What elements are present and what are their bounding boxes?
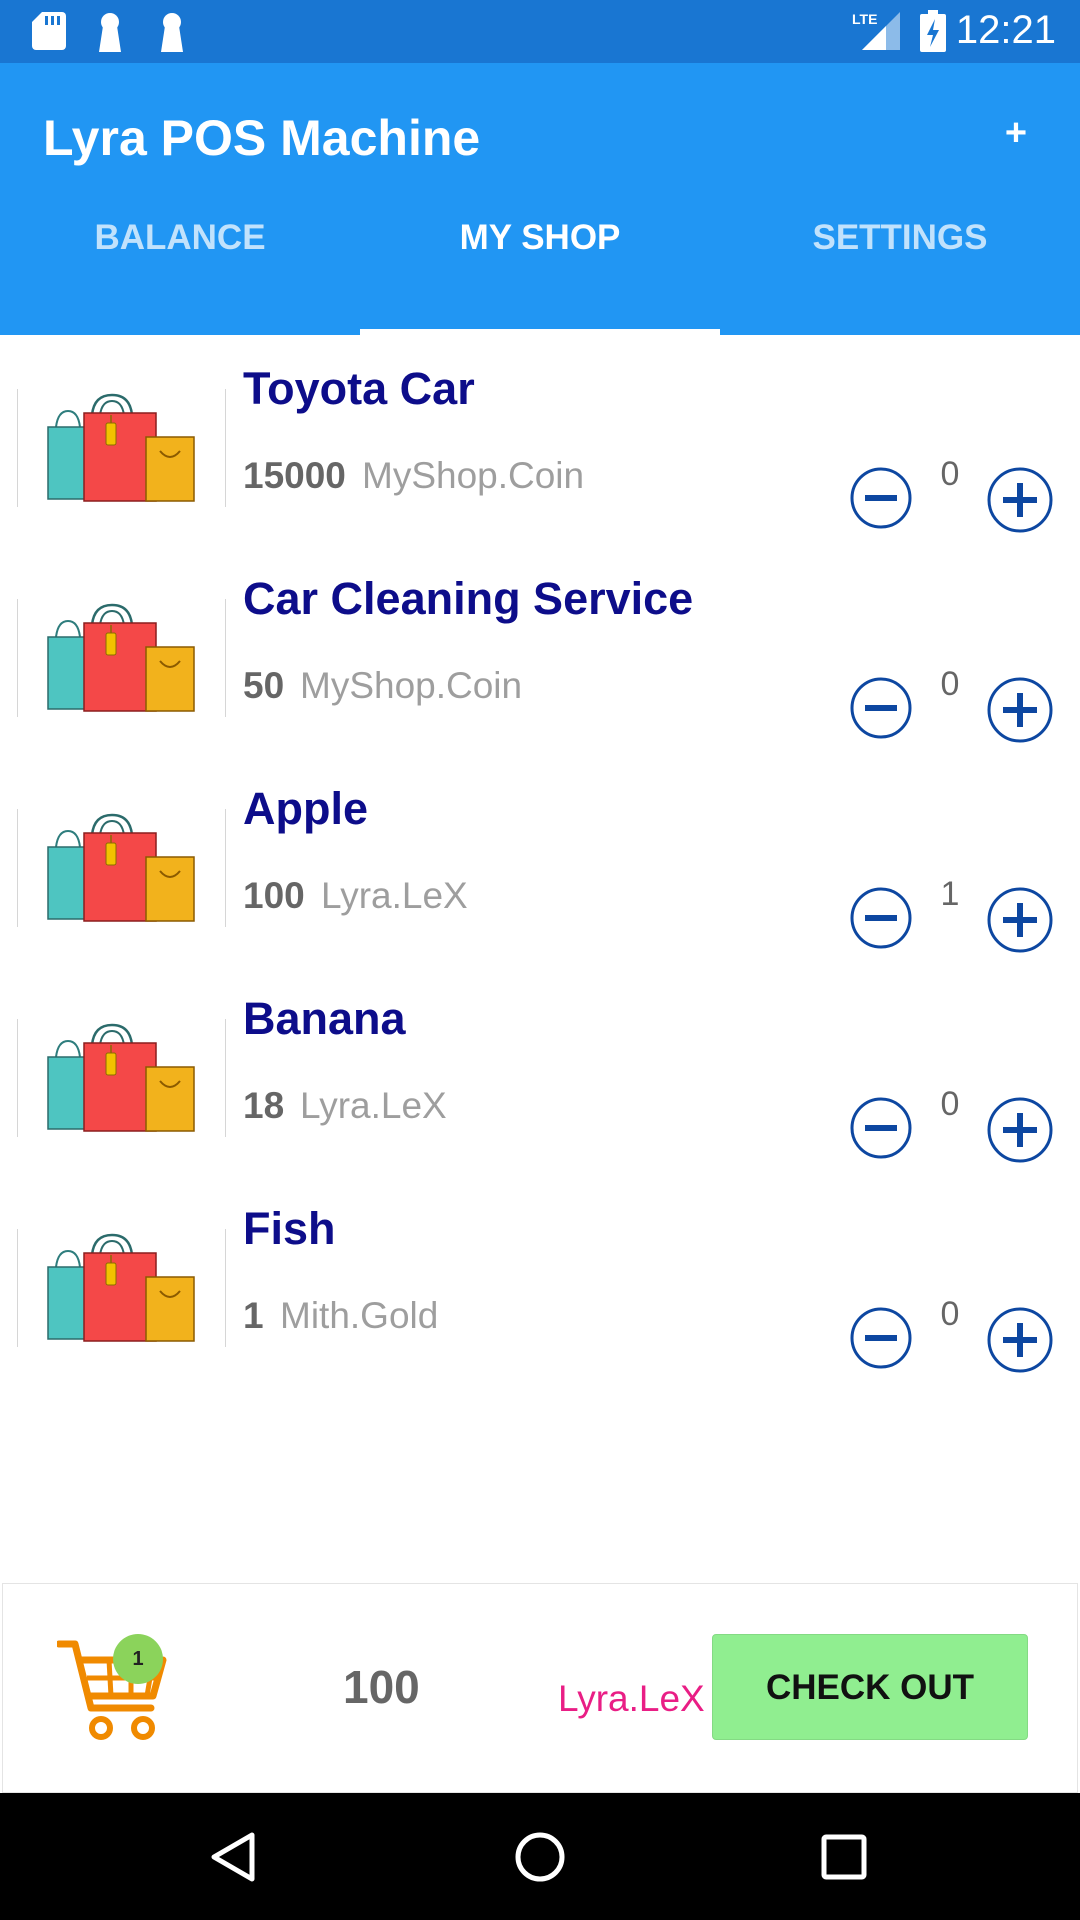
product-name: Car Cleaning Service <box>243 573 694 624</box>
battery-charging-icon <box>920 10 946 52</box>
app-bar: Lyra POS Machine + BALANCE MY SHOP SETTI… <box>0 63 1080 335</box>
decrease-quantity-button[interactable] <box>850 467 912 529</box>
app-title: Lyra POS Machine <box>43 110 481 166</box>
cart-summary-bar: 1 100 Lyra.LeX CHECK OUT <box>2 1583 1078 1793</box>
product-currency: Mith.Gold <box>280 1295 439 1336</box>
product-currency: Lyra.LeX <box>321 875 468 916</box>
row-divider <box>225 389 226 507</box>
shopping-bags-icon <box>47 603 195 712</box>
increase-quantity-button[interactable] <box>987 1307 1053 1373</box>
row-divider <box>17 1019 18 1137</box>
product-price: 100 <box>243 875 305 916</box>
product-price: 1 <box>243 1295 264 1336</box>
lte-signal-icon: LTE <box>852 11 900 50</box>
increase-quantity-button[interactable] <box>987 887 1053 953</box>
lte-label: LTE <box>852 11 877 27</box>
row-divider <box>17 389 18 507</box>
row-divider <box>225 599 226 717</box>
row-divider <box>225 1229 226 1347</box>
cart-currency: Lyra.LeX <box>558 1678 705 1719</box>
back-icon[interactable] <box>194 1815 278 1899</box>
row-divider <box>225 809 226 927</box>
product-row: Fish 1 Mith.Gold 0 <box>0 1177 1080 1387</box>
cart-total: 100 <box>343 1661 420 1713</box>
cart-count-badge: 1 <box>113 1634 163 1684</box>
home-icon[interactable] <box>498 1815 582 1899</box>
row-divider <box>225 1019 226 1137</box>
status-time: 12:21 <box>955 8 1056 52</box>
recent-apps-icon[interactable] <box>802 1815 886 1899</box>
product-price: 15000 <box>243 455 346 496</box>
row-divider <box>17 1229 18 1347</box>
checkout-button[interactable]: CHECK OUT <box>712 1634 1028 1740</box>
tab-settings[interactable]: SETTINGS <box>720 203 1080 335</box>
row-divider <box>17 599 18 717</box>
decrease-quantity-button[interactable] <box>850 1307 912 1369</box>
product-row: Banana 18 Lyra.LeX 0 <box>0 967 1080 1177</box>
product-currency: MyShop.Coin <box>362 455 585 496</box>
tab-balance[interactable]: BALANCE <box>0 203 360 335</box>
shopping-bags-icon <box>47 1233 195 1342</box>
product-quantity: 0 <box>940 1295 960 1333</box>
product-name: Toyota Car <box>243 363 475 414</box>
notification-icon <box>161 13 183 52</box>
decrease-quantity-button[interactable] <box>850 1097 912 1159</box>
active-tab-indicator <box>360 329 720 335</box>
product-row: Toyota Car 15000 MyShop.Coin 0 <box>0 337 1080 547</box>
product-row: Apple 100 Lyra.LeX 1 <box>0 757 1080 967</box>
increase-quantity-button[interactable] <box>987 677 1053 743</box>
sd-card-icon <box>32 12 66 50</box>
decrease-quantity-button[interactable] <box>850 887 912 949</box>
add-product-button[interactable]: + <box>990 107 1042 159</box>
product-quantity: 0 <box>940 1085 960 1123</box>
product-quantity: 1 <box>940 875 960 913</box>
product-price: 18 <box>243 1085 285 1126</box>
status-bar: LTE 12:21 <box>0 0 1080 63</box>
product-quantity: 0 <box>940 455 960 493</box>
product-price: 50 <box>243 665 285 706</box>
product-currency: Lyra.LeX <box>300 1085 447 1126</box>
row-divider <box>17 809 18 927</box>
product-name: Banana <box>243 993 406 1044</box>
increase-quantity-button[interactable] <box>987 467 1053 533</box>
shopping-bags-icon <box>47 813 195 922</box>
product-name: Apple <box>243 783 369 834</box>
product-currency: MyShop.Coin <box>300 665 523 706</box>
shopping-bags-icon <box>47 393 195 502</box>
product-quantity: 0 <box>940 665 960 703</box>
system-navigation-bar <box>0 1793 1080 1920</box>
product-name: Fish <box>243 1203 336 1254</box>
notification-icon <box>99 13 121 52</box>
increase-quantity-button[interactable] <box>987 1097 1053 1163</box>
product-row: Car Cleaning Service 50 MyShop.Coin 0 <box>0 547 1080 757</box>
tab-my-shop[interactable]: MY SHOP <box>360 203 720 335</box>
shopping-bags-icon <box>47 1023 195 1132</box>
decrease-quantity-button[interactable] <box>850 677 912 739</box>
